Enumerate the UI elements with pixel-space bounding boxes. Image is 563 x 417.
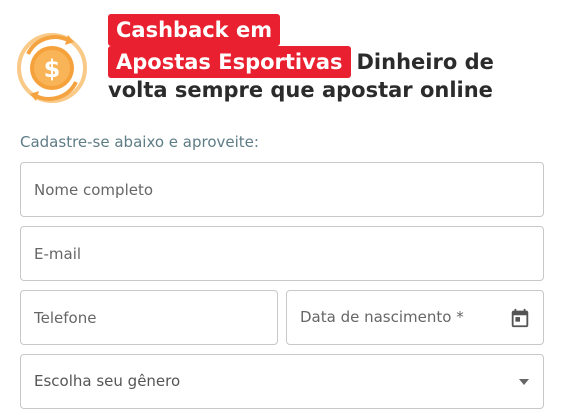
headline-line-1: Cashback em: [108, 14, 281, 46]
email-input[interactable]: [21, 227, 543, 280]
highlight-badge-sports: Apostas Esportivas: [108, 46, 351, 78]
full-name-field[interactable]: [20, 162, 544, 217]
phone-input[interactable]: [21, 291, 277, 344]
gender-select-label: Escolha seu gênero: [34, 372, 181, 390]
birthdate-label: Data de nascimento *: [300, 308, 464, 326]
full-name-input[interactable]: [21, 163, 543, 216]
form-subtitle: Cadastre-se abaixo e aproveite:: [20, 133, 259, 151]
promo-header: $ Cashback em Apostas Esportivas Dinheiro…: [0, 0, 563, 120]
email-field[interactable]: [20, 226, 544, 281]
headline-text-return: volta sempre que apostar online: [108, 78, 493, 102]
headline-text-money: Dinheiro de: [356, 50, 494, 74]
gender-select[interactable]: Escolha seu gênero: [20, 354, 544, 409]
dollar-cashback-icon: $: [17, 33, 87, 103]
headline-line-2: Apostas Esportivas Dinheiro de: [108, 46, 494, 78]
birthdate-field[interactable]: Data de nascimento *: [286, 290, 544, 345]
highlight-badge-cashback: Cashback em: [108, 14, 281, 46]
svg-text:$: $: [44, 55, 61, 83]
chevron-down-icon: [519, 379, 529, 385]
phone-field[interactable]: [20, 290, 278, 345]
calendar-icon[interactable]: [509, 307, 531, 329]
headline-line-3: volta sempre que apostar online: [108, 78, 493, 102]
